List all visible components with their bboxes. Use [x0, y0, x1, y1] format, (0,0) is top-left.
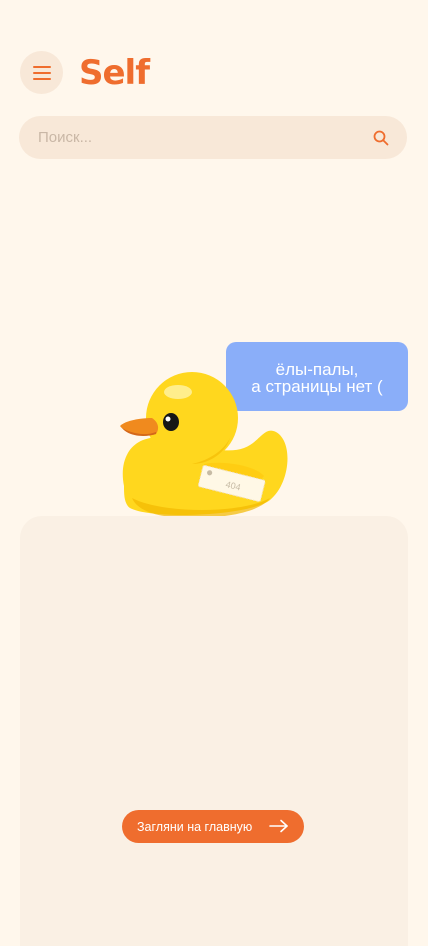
logo[interactable]: Self [79, 56, 150, 90]
go-home-button[interactable]: Загляни на главную [122, 810, 304, 843]
search-input[interactable] [19, 116, 349, 159]
hamburger-menu-icon [32, 65, 51, 80]
go-home-label: Загляни на главную [137, 819, 253, 834]
menu-button[interactable] [20, 51, 63, 94]
arrow-right-icon [269, 819, 288, 833]
header: Self [20, 51, 150, 94]
content-card [20, 516, 408, 946]
rubber-duck-illustration: 404 [120, 372, 288, 518]
search-icon[interactable] [373, 130, 389, 146]
search-bar [19, 116, 407, 159]
